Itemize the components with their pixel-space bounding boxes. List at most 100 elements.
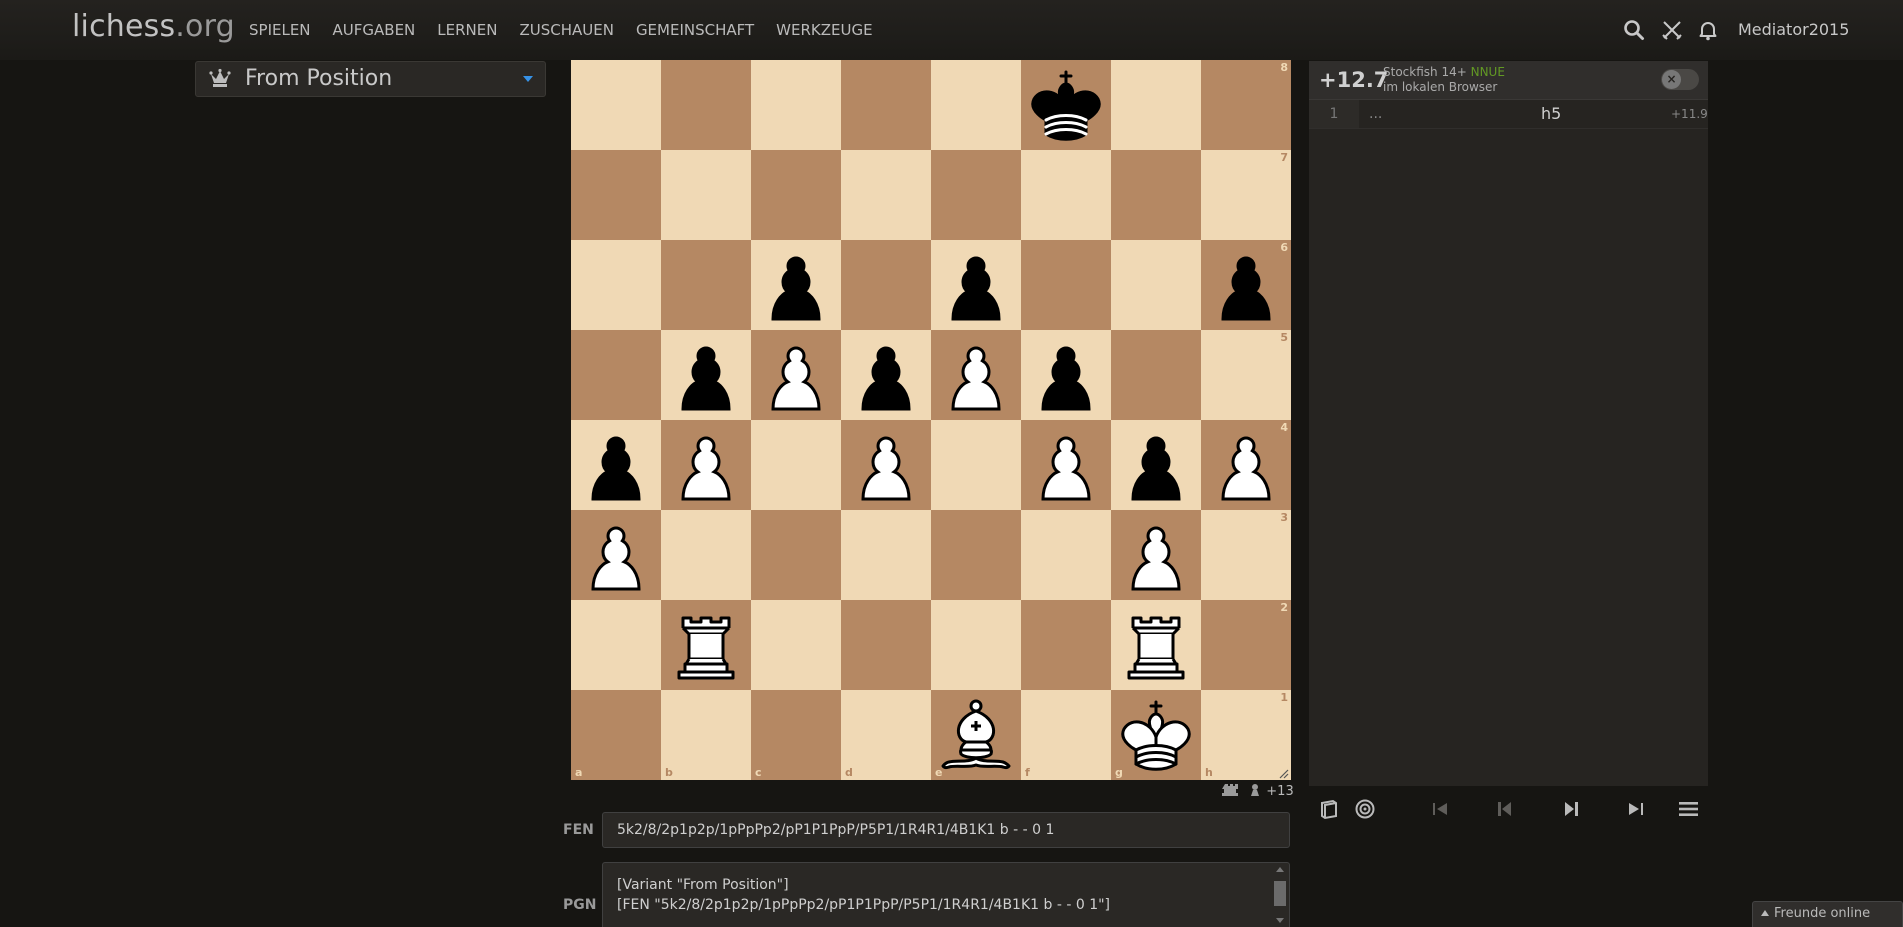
white-rook-icon[interactable] <box>1111 600 1201 690</box>
square-a7[interactable] <box>571 150 661 240</box>
square-c8[interactable] <box>751 60 841 150</box>
nav-werkzeuge[interactable]: WERKZEUGE <box>776 21 872 39</box>
square-c2[interactable] <box>751 600 841 690</box>
pv-eval: +11.9 <box>1671 107 1708 121</box>
square-g5[interactable] <box>1111 330 1201 420</box>
square-h1[interactable]: 1h <box>1201 690 1291 780</box>
square-c7[interactable] <box>751 150 841 240</box>
white-rook-icon[interactable] <box>661 600 751 690</box>
pgn-scrollbar[interactable] <box>1272 864 1288 926</box>
crossed-swords-icon[interactable] <box>1660 18 1684 42</box>
last-icon[interactable] <box>1622 794 1650 824</box>
square-b6[interactable] <box>661 240 751 330</box>
white-pawn-icon[interactable] <box>931 330 1021 420</box>
chevron-down-icon <box>523 76 533 82</box>
black-pawn-icon[interactable] <box>1201 240 1291 330</box>
white-pawn-icon[interactable] <box>661 420 751 510</box>
black-pawn-icon[interactable] <box>751 240 841 330</box>
chess-board[interactable]: 8765432abcdefg1h <box>571 60 1291 780</box>
black-pawn-icon[interactable] <box>931 240 1021 330</box>
prev-icon[interactable] <box>1491 794 1519 824</box>
square-b1[interactable]: b <box>661 690 751 780</box>
pgn-textarea[interactable]: [Variant "From Position"] [FEN "5k2/8/2p1… <box>602 862 1290 927</box>
engine-toggle[interactable]: × <box>1661 69 1699 90</box>
square-g7[interactable] <box>1111 150 1201 240</box>
square-d8[interactable] <box>841 60 931 150</box>
square-f2[interactable] <box>1021 600 1111 690</box>
square-d3[interactable] <box>841 510 931 600</box>
square-b7[interactable] <box>661 150 751 240</box>
square-h5[interactable]: 5 <box>1201 330 1291 420</box>
nav-gemeinschaft[interactable]: GEMEINSCHAFT <box>636 21 754 39</box>
black-king-icon[interactable] <box>1021 60 1111 150</box>
square-e8[interactable] <box>931 60 1021 150</box>
square-e7[interactable] <box>931 150 1021 240</box>
square-c4[interactable] <box>751 420 841 510</box>
square-h7[interactable]: 7 <box>1201 150 1291 240</box>
fen-input[interactable] <box>602 812 1290 848</box>
black-pawn-icon[interactable] <box>1021 330 1111 420</box>
square-d7[interactable] <box>841 150 931 240</box>
nav-aufgaben[interactable]: AUFGABEN <box>333 21 416 39</box>
square-f3[interactable] <box>1021 510 1111 600</box>
square-h8[interactable]: 8 <box>1201 60 1291 150</box>
pv-move-number: 1 <box>1309 100 1359 128</box>
black-pawn-icon[interactable] <box>1111 420 1201 510</box>
square-d1[interactable]: d <box>841 690 931 780</box>
square-e3[interactable] <box>931 510 1021 600</box>
site-logo[interactable]: lichess.org <box>72 9 235 44</box>
first-icon[interactable] <box>1426 794 1454 824</box>
square-b8[interactable] <box>661 60 751 150</box>
square-d6[interactable] <box>841 240 931 330</box>
white-pawn-icon[interactable] <box>1021 420 1111 510</box>
square-e2[interactable] <box>931 600 1021 690</box>
square-f1[interactable]: f <box>1021 690 1111 780</box>
target-icon[interactable] <box>1351 794 1379 824</box>
white-pawn-icon[interactable] <box>1201 420 1291 510</box>
square-f7[interactable] <box>1021 150 1111 240</box>
square-a6[interactable] <box>571 240 661 330</box>
square-h2[interactable]: 2 <box>1201 600 1291 690</box>
white-king-icon[interactable] <box>1111 690 1201 780</box>
white-pawn-icon[interactable] <box>571 510 661 600</box>
square-a5[interactable] <box>571 330 661 420</box>
resize-handle-icon[interactable] <box>1279 769 1289 779</box>
scroll-down-icon[interactable] <box>1276 918 1284 923</box>
engine-header: +12.7 Stockfish 14+ NNUE im lokalen Brow… <box>1309 61 1708 100</box>
square-e4[interactable] <box>931 420 1021 510</box>
user-menu[interactable]: Mediator2015 <box>1738 20 1849 39</box>
square-d2[interactable] <box>841 600 931 690</box>
friends-online-button[interactable]: Freunde online <box>1752 901 1903 927</box>
bell-icon[interactable] <box>1696 18 1720 42</box>
pv-line[interactable]: 1 ... h5 +11.9 <box>1309 100 1708 129</box>
white-pawn-icon[interactable] <box>1111 510 1201 600</box>
square-a2[interactable] <box>571 600 661 690</box>
black-pawn-icon[interactable] <box>661 330 751 420</box>
square-c3[interactable] <box>751 510 841 600</box>
square-c1[interactable]: c <box>751 690 841 780</box>
square-b3[interactable] <box>661 510 751 600</box>
menu-icon[interactable] <box>1674 794 1702 824</box>
square-a8[interactable] <box>571 60 661 150</box>
scroll-thumb[interactable] <box>1274 881 1286 906</box>
square-h3[interactable]: 3 <box>1201 510 1291 600</box>
next-icon[interactable] <box>1557 794 1585 824</box>
square-f6[interactable] <box>1021 240 1111 330</box>
scroll-up-icon[interactable] <box>1276 867 1284 872</box>
black-pawn-icon[interactable] <box>841 330 931 420</box>
white-bishop-icon[interactable] <box>931 690 1021 780</box>
black-pawn-icon[interactable] <box>571 420 661 510</box>
nav-spielen[interactable]: SPIELEN <box>249 21 311 39</box>
nav-zuschauen[interactable]: ZUSCHAUEN <box>519 21 613 39</box>
square-g8[interactable] <box>1111 60 1201 150</box>
search-icon[interactable] <box>1622 18 1646 42</box>
book-icon[interactable] <box>1315 794 1343 824</box>
nav-lernen[interactable]: LERNEN <box>437 21 497 39</box>
white-pawn-icon[interactable] <box>841 420 931 510</box>
white-pawn-icon[interactable] <box>751 330 841 420</box>
pv-move[interactable]: h5 <box>1541 104 1561 123</box>
square-g6[interactable] <box>1111 240 1201 330</box>
rank-coordinate: 1 <box>1280 691 1288 704</box>
square-a1[interactable]: a <box>571 690 661 780</box>
variant-selector[interactable]: From Position <box>195 61 546 97</box>
